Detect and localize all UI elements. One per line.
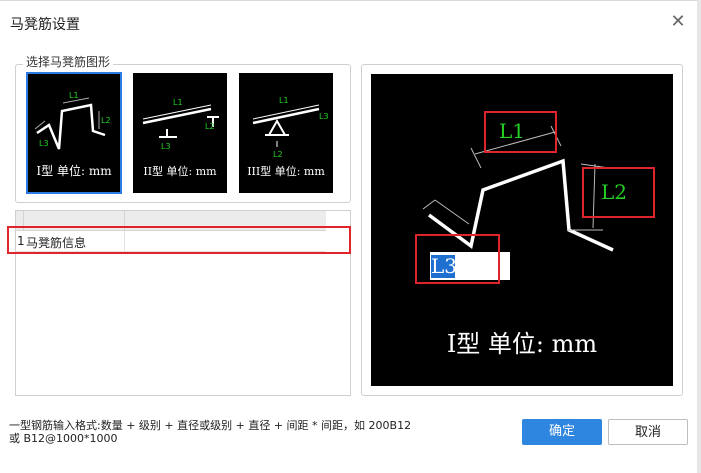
property-table: 1 马凳筋信息 (15, 210, 351, 396)
shape-preview-panel: L1 L2 L3 I型 单位: mm (361, 64, 683, 396)
shape-type-2-caption: II型 单位: mm (143, 165, 217, 178)
shape-2-l3-label: L3 (161, 142, 171, 151)
dialog-title: 马凳筋设置 (10, 17, 80, 33)
shape-type-3-thumbnail[interactable]: L1 L3 L2 III型 单位: mm (239, 73, 333, 193)
shape-1-l1-label: L1 (69, 91, 79, 100)
table-header (16, 211, 326, 231)
table-header-name-cell (24, 211, 125, 230)
row-name-cell: 马凳筋信息 (26, 236, 87, 250)
shape-type-1-thumbnail[interactable]: L1 L2 L3 I型 单位: mm (26, 72, 122, 194)
shape-group-legend: 选择马凳筋图形 (23, 53, 114, 70)
table-header-index-cell (16, 211, 24, 230)
l3-highlight-box (415, 234, 500, 284)
window-top-border (0, 0, 701, 1)
table-row[interactable]: 1 马凳筋信息 (16, 231, 326, 252)
hint-line-1: 一型钢筋输入格式:数量 + 级别 + 直径或级别 + 直径 + 间距 * 间距，… (9, 419, 412, 432)
window-right-edge (697, 0, 701, 473)
shape-1-l3-label: L3 (39, 139, 49, 148)
shape-3-l2-label: L2 (273, 150, 283, 159)
ok-button[interactable]: 确定 (522, 419, 602, 445)
shape-2-l1-label: L1 (173, 98, 183, 107)
shape-1-l2-label: L2 (101, 116, 111, 125)
shape-2-l2-label: L2 (205, 122, 215, 131)
shape-type-2-thumbnail[interactable]: L1 L2 L3 II型 单位: mm (133, 73, 227, 193)
row-separator (124, 231, 125, 251)
shape-3-l1-label: L1 (279, 96, 289, 105)
close-icon[interactable]: ✕ (667, 11, 689, 33)
shape-preview-canvas: L1 L2 L3 I型 单位: mm (371, 74, 673, 386)
preview-l2-label: L2 (601, 180, 628, 204)
shape-3-l3-label: L3 (319, 112, 329, 121)
input-format-hint: 一型钢筋输入格式:数量 + 级别 + 直径或级别 + 直径 + 间距 * 间距，… (9, 419, 411, 445)
preview-l1-label: L1 (499, 119, 526, 143)
shape-type-1-caption: I型 单位: mm (36, 164, 112, 178)
row-index: 1 (17, 234, 25, 248)
hint-line-2: 或 B12@1000*1000 (9, 432, 118, 445)
cancel-button[interactable]: 取消 (608, 419, 688, 445)
shape-type-3-caption: III型 单位: mm (247, 165, 325, 178)
preview-caption: I型 单位: mm (446, 330, 598, 358)
